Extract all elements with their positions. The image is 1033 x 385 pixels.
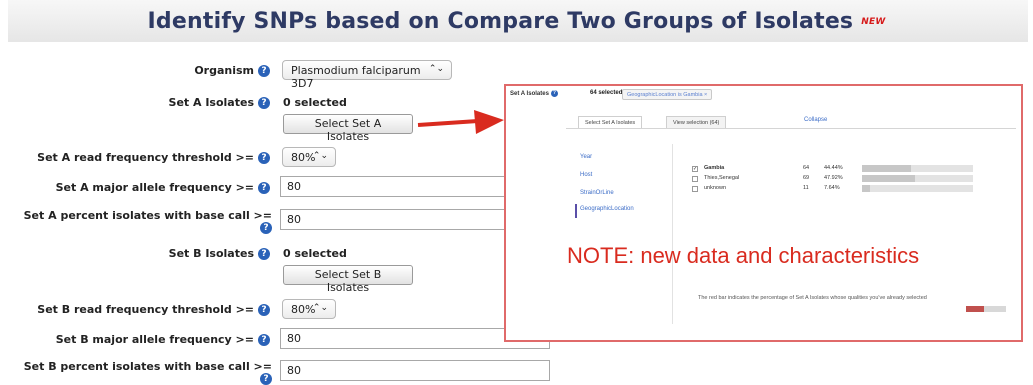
row-bar — [862, 175, 973, 182]
help-icon[interactable]: ? — [258, 248, 270, 260]
row-count: 11 — [803, 185, 809, 191]
set-a-major-allele-input[interactable]: 80 — [280, 176, 506, 197]
row-percent: 44.44% — [824, 165, 843, 171]
select-arrow-icon: ⌃⌄ — [312, 303, 328, 313]
help-icon[interactable]: ? — [258, 152, 270, 164]
inset-body — [566, 128, 1016, 336]
row-name: Gambia — [704, 165, 725, 171]
help-icon[interactable]: ? — [258, 97, 270, 109]
set-b-major-allele-label: Set B major allele frequency >=? — [10, 333, 270, 346]
set-b-isolates-label: Set B Isolates? — [120, 247, 270, 260]
red-bar-explanation: The red bar indicates the percentage of … — [698, 295, 927, 301]
row-name: unknown — [704, 185, 727, 191]
facet-divider — [672, 144, 673, 324]
set-a-isolates-panel: Set A Isolates? 64 selected GeographicLo… — [504, 84, 1023, 342]
row-checkbox[interactable]: ✓ — [692, 166, 698, 172]
row-checkbox[interactable] — [692, 186, 698, 192]
note-text: NOTE: new data and characteristics — [567, 243, 920, 268]
set-a-major-allele-label: Set A major allele frequency >=? — [10, 181, 270, 194]
select-set-a-button[interactable]: Select Set A Isolates — [283, 114, 413, 143]
set-a-isolates-label: Set A Isolates? — [120, 96, 270, 109]
help-icon[interactable]: ? — [258, 304, 270, 316]
page-title: Identify SNPs based on Compare Two Group… — [0, 9, 1033, 34]
help-icon[interactable]: ? — [258, 182, 270, 194]
chip-close-icon[interactable]: × — [704, 92, 707, 98]
row-count: 64 — [803, 165, 810, 171]
help-icon[interactable]: ? — [258, 65, 270, 77]
set-a-percent-input[interactable]: 80 — [280, 209, 506, 230]
set-b-selected-count: 0 selected — [283, 247, 347, 260]
select-arrow-icon: ⌃⌄ — [312, 151, 328, 161]
row-name: Thies,Senegal — [704, 175, 740, 181]
facet-geographic-location[interactable]: GeographicLocation — [575, 204, 634, 218]
row-bar — [862, 165, 973, 172]
help-icon[interactable]: ? — [260, 222, 272, 234]
page-title-text: Identify SNPs based on Compare Two Group… — [147, 9, 854, 34]
filter-chip[interactable]: GeographicLocation is Gambia × — [622, 89, 713, 100]
row-checkbox[interactable] — [692, 176, 698, 182]
row-bar-fill — [862, 175, 916, 182]
row-bar-fill — [862, 185, 871, 192]
help-icon[interactable]: ? — [550, 90, 558, 97]
inset-selected-count: 64 selected — [590, 90, 623, 96]
inset-label: Set A Isolates? — [510, 90, 558, 98]
set-b-read-freq-select[interactable]: 80% ⌃⌄ — [282, 299, 336, 319]
red-bar-fill — [966, 306, 984, 312]
row-percent: 47.92% — [824, 175, 843, 181]
facet-strain[interactable]: StrainOrLine — [580, 190, 614, 196]
set-b-percent-input[interactable]: 80 — [280, 360, 550, 381]
set-a-read-freq-label: Set A read frequency threshold >=? — [10, 151, 270, 164]
select-arrow-icon: ⌃⌄ — [428, 64, 444, 74]
row-count: 69 — [803, 175, 810, 181]
set-a-selected-count: 0 selected — [283, 96, 347, 109]
collapse-link[interactable]: Collapse — [804, 117, 827, 123]
new-badge: NEW — [861, 17, 886, 27]
red-bar — [966, 306, 1006, 312]
organism-select[interactable]: Plasmodium falciparum 3D7 ⌃⌄ — [282, 60, 452, 90]
set-a-read-freq-select[interactable]: 80% ⌃⌄ — [282, 147, 336, 167]
set-a-percent-label: Set A percent isolates with base call >=… — [23, 209, 272, 234]
red-arrow-icon — [417, 110, 504, 134]
row-percent: 7.64% — [824, 185, 840, 191]
set-b-read-freq-label: Set B read frequency threshold >=? — [10, 303, 270, 316]
facet-year[interactable]: Year — [580, 154, 592, 160]
organism-label: Organism? — [150, 64, 270, 77]
facet-host[interactable]: Host — [580, 172, 592, 178]
row-bar-fill — [862, 165, 912, 172]
help-icon[interactable]: ? — [258, 334, 270, 346]
help-icon[interactable]: ? — [260, 373, 272, 385]
select-set-b-button[interactable]: Select Set B Isolates — [283, 265, 413, 294]
set-b-percent-label: Set B percent isolates with base call >=… — [23, 360, 272, 385]
row-bar — [862, 185, 973, 192]
